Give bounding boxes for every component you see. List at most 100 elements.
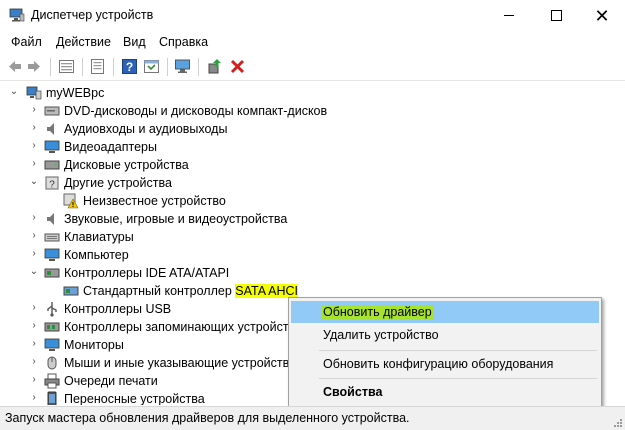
- toolbar: ?: [0, 54, 625, 81]
- tree-item-disk[interactable]: › Дисковые устройства: [0, 156, 625, 174]
- chevron-right-icon[interactable]: ›: [29, 357, 39, 367]
- menu-file[interactable]: Файл: [11, 35, 42, 49]
- close-button[interactable]: ✕: [579, 0, 625, 31]
- tree-item-video[interactable]: › Видеоадаптеры: [0, 138, 625, 156]
- sata-ahci-highlight: SATA AHCI: [235, 284, 299, 298]
- computer-icon: [44, 248, 60, 261]
- svg-text:?: ?: [126, 60, 133, 74]
- keyboard-icon: [44, 233, 60, 242]
- menu-view[interactable]: Вид: [123, 35, 146, 49]
- tree-item-label: Звуковые, игровые и видеоустройства: [64, 212, 288, 226]
- tree-item-unknown-device[interactable]: Неизвестное устройство: [0, 192, 625, 210]
- uninstall-icon[interactable]: [229, 58, 246, 75]
- chevron-right-icon[interactable]: ›: [29, 141, 39, 151]
- tree-root-label: myWEBpc: [46, 86, 105, 100]
- mouse-icon: [47, 356, 57, 370]
- unknown-device-icon: ?: [45, 176, 59, 191]
- status-text: Запуск мастера обновления драйверов для …: [5, 411, 410, 425]
- monitor-icon: [44, 338, 60, 351]
- portable-device-icon: [47, 391, 57, 405]
- ctx-scan-hardware[interactable]: Обновить конфигурацию оборудования: [291, 353, 599, 375]
- chevron-down-icon[interactable]: ⌄: [29, 267, 39, 277]
- tree-item-label: Контроллеры USB: [64, 302, 172, 316]
- show-hidden-icon[interactable]: [143, 58, 160, 75]
- update-driver-icon[interactable]: [206, 58, 223, 75]
- tree-item-label: Мыши и иные указывающие устройства: [64, 356, 297, 370]
- chevron-down-icon[interactable]: ⌄: [9, 87, 19, 97]
- scan-hardware-icon[interactable]: [174, 58, 191, 75]
- chevron-right-icon[interactable]: ›: [29, 159, 39, 169]
- ctx-separator: [319, 378, 597, 379]
- chevron-right-icon[interactable]: ›: [29, 105, 39, 115]
- chevron-right-icon[interactable]: ›: [29, 123, 39, 133]
- tree-item-label: Компьютер: [64, 248, 129, 262]
- ctx-properties[interactable]: Свойства: [291, 381, 599, 403]
- tree-item-audio-io[interactable]: › Аудиовходы и аудиовыходы: [0, 120, 625, 138]
- tree-item-label: Контроллеры IDE ATA/ATAPI: [64, 266, 230, 280]
- printer-icon: [44, 373, 60, 389]
- ctx-scan-label: Обновить конфигурацию оборудования: [323, 357, 554, 371]
- storage-controller-icon: [44, 322, 60, 332]
- maximize-icon: [550, 10, 562, 21]
- tree-item-label: Контроллеры запоминающих устройств: [64, 320, 296, 334]
- tree-item-ide[interactable]: ⌄ Контроллеры IDE ATA/ATAPI: [0, 264, 625, 282]
- device-manager-app-icon: [9, 8, 25, 22]
- tree-item-computer[interactable]: › Компьютер: [0, 246, 625, 264]
- usb-icon: [47, 302, 57, 317]
- tree-item-dvd[interactable]: › DVD-дисководы и дисководы компакт-диск…: [0, 102, 625, 120]
- tree-item-label: Стандартный контроллер SATA AHCI: [83, 284, 299, 298]
- chevron-down-icon[interactable]: ⌄: [29, 177, 39, 187]
- chevron-right-icon[interactable]: ›: [29, 339, 39, 349]
- title-bar: Диспетчер устройств ✕: [0, 0, 625, 31]
- tree-item-label: Видеоадаптеры: [64, 140, 157, 154]
- tree-item-label: Переносные устройства: [64, 392, 205, 405]
- menu-action[interactable]: Действие: [56, 35, 111, 49]
- device-manager-window: Диспетчер устройств ✕ Файл Действие Вид …: [0, 0, 625, 430]
- sata-label-prefix: Стандартный контроллер: [83, 284, 236, 298]
- ctx-update-driver-label: Обновить драйвер: [322, 305, 433, 319]
- dvd-drive-icon: [44, 106, 60, 116]
- computer-icon: [26, 86, 42, 100]
- tree-root[interactable]: ⌄ myWEBpc: [0, 84, 625, 102]
- help-icon[interactable]: ?: [121, 58, 138, 75]
- menu-help[interactable]: Справка: [159, 35, 208, 49]
- properties-icon[interactable]: [89, 58, 106, 75]
- tree-item-label: Неизвестное устройство: [83, 194, 226, 208]
- warning-icon: [63, 193, 79, 209]
- ctx-update-driver[interactable]: Обновить драйвер: [291, 301, 599, 323]
- tree-item-keyboards[interactable]: › Клавиатуры: [0, 228, 625, 246]
- ctx-separator: [319, 350, 597, 351]
- tree-item-label: Очереди печати: [64, 374, 158, 388]
- controller-icon: [63, 286, 79, 296]
- window-title: Диспетчер устройств: [31, 8, 154, 22]
- speaker-icon: [47, 123, 54, 135]
- forward-arrow-icon[interactable]: [26, 58, 43, 75]
- tree-item-other[interactable]: ⌄ ? Другие устройства: [0, 174, 625, 192]
- disk-drive-icon: [44, 160, 60, 170]
- chevron-right-icon[interactable]: ›: [29, 375, 39, 385]
- chevron-right-icon[interactable]: ›: [29, 249, 39, 259]
- resize-grip-icon[interactable]: [613, 418, 623, 428]
- ctx-uninstall-device[interactable]: Удалить устройство: [291, 324, 599, 346]
- chevron-right-icon[interactable]: ›: [29, 231, 39, 241]
- chevron-right-icon[interactable]: ›: [29, 321, 39, 331]
- chevron-right-icon[interactable]: ›: [29, 303, 39, 313]
- tree-item-sound[interactable]: › Звуковые, игровые и видеоустройства: [0, 210, 625, 228]
- minimize-icon: [504, 15, 514, 16]
- context-menu: Обновить драйвер Удалить устройство Обно…: [288, 297, 602, 407]
- minimize-button[interactable]: [486, 0, 532, 31]
- svg-text:?: ?: [49, 180, 55, 191]
- chevron-right-icon[interactable]: ›: [29, 213, 39, 223]
- tree-item-label: Дисковые устройства: [64, 158, 189, 172]
- back-arrow-icon[interactable]: [6, 58, 23, 75]
- monitor-icon: [44, 140, 60, 153]
- status-bar: Запуск мастера обновления драйверов для …: [0, 406, 625, 430]
- ctx-uninstall-label: Удалить устройство: [323, 328, 439, 342]
- tree-item-label: Другие устройства: [64, 176, 172, 190]
- tree-item-label: Клавиатуры: [64, 230, 134, 244]
- speaker-icon: [47, 213, 54, 225]
- maximize-button[interactable]: [533, 0, 579, 31]
- device-list-icon[interactable]: [58, 58, 75, 75]
- tree-item-label: Мониторы: [64, 338, 124, 352]
- chevron-right-icon[interactable]: ›: [29, 393, 39, 403]
